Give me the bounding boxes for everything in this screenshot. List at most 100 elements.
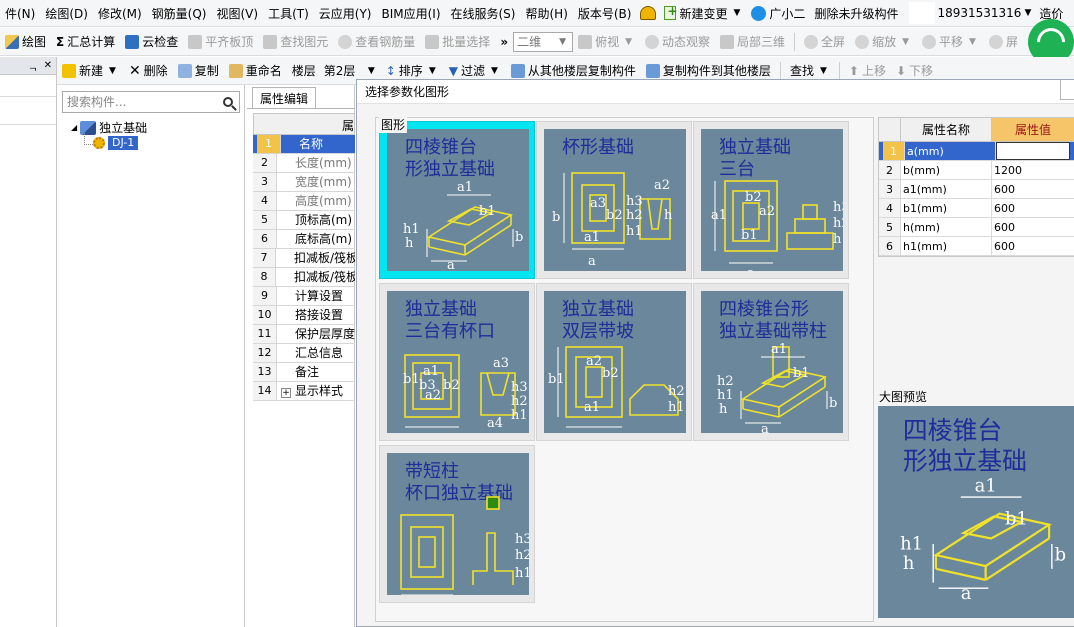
view-rebar-button[interactable]: 查看钢筋量 [333, 33, 420, 50]
property-row[interactable]: 11 保护层厚度 [253, 325, 355, 344]
move-down-button[interactable]: ⬇ 下移 [891, 62, 938, 79]
menu-modify[interactable]: 修改(M) [93, 5, 147, 22]
menu-rebar[interactable]: 钢筋量(Q) [147, 5, 212, 22]
dimension-label: h [903, 553, 915, 574]
property-row[interactable]: 1 名称 [253, 135, 355, 154]
property-row-name: 扣减板/筏板 [293, 251, 355, 265]
toolbar-overflow-button[interactable]: » [495, 35, 513, 49]
dimension-label: b1 [793, 366, 810, 381]
dimension-label: h3 [511, 380, 528, 395]
property-row[interactable]: 6 底标高(m) [253, 230, 355, 249]
property-row[interactable]: 13 备注 [253, 363, 355, 382]
menu-file[interactable]: 件(N) [0, 5, 40, 22]
attribute-row[interactable]: 2 b(mm) 1200 [879, 161, 1074, 180]
attribute-value[interactable]: 600 [992, 180, 1074, 198]
menu-draw[interactable]: 绘图(D) [40, 5, 93, 22]
attribute-row[interactable]: 4 b1(mm) 600 [879, 199, 1074, 218]
menu-view[interactable]: 视图(V) [211, 5, 263, 22]
attribute-value[interactable]: 1200 [996, 142, 1070, 160]
pan-button[interactable]: 平移 ▼ [917, 33, 984, 50]
copy-from-other-floor-button[interactable]: 从其他楼层复制构件 [506, 62, 641, 79]
expand-plus-icon[interactable]: + [281, 388, 291, 398]
attribute-row[interactable]: 5 h(mm) 600 [879, 218, 1074, 237]
full-screen-button[interactable]: 全屏 [799, 33, 850, 50]
property-row-number: 6 [253, 230, 277, 248]
draw-button[interactable]: 绘图 [0, 33, 51, 50]
component-tree-panel: ◢ 独立基础 DJ-1 [57, 85, 245, 627]
find-element-button[interactable]: 查找图元 [258, 33, 333, 50]
floor-copy-icon [510, 63, 525, 78]
property-row-name: 备注 [295, 365, 320, 379]
helmet-button[interactable] [636, 6, 660, 20]
shape-option-tile[interactable]: 独立基础双层带坡 a2b2 a1 b1 h2h1 a [536, 283, 692, 441]
property-row[interactable]: 12 汇总信息 [253, 344, 355, 363]
dimension-label: h1 [717, 388, 734, 403]
menu-bim[interactable]: BIM应用(I) [376, 5, 445, 22]
local-3d-button[interactable]: 局部三维 [715, 33, 790, 50]
property-row[interactable]: 4 高度(mm) [253, 192, 355, 211]
attribute-value[interactable]: 600 [992, 199, 1074, 217]
property-row[interactable]: 7 扣减板/筏板 [253, 249, 355, 268]
delete-unupgraded-button[interactable]: 删除未升级构件 [809, 5, 903, 22]
shape-option-tile[interactable]: 独立基础三台 b2a2 a1 b1 h3h2h1 a [693, 121, 849, 279]
menu-cloud[interactable]: 云应用(Y) [314, 5, 377, 22]
property-row[interactable]: 9 计算设置 [253, 287, 355, 306]
shape-option-tile[interactable]: 四棱锥台 形独立基础 a1 b1 h1 h b a [379, 121, 535, 279]
top-view-button[interactable]: 俯视 ▼ [573, 33, 640, 50]
dialog-close-button[interactable] [1060, 80, 1074, 100]
account-phone[interactable]: 18931531316 [937, 6, 1021, 20]
toolbar-divider [794, 32, 796, 51]
attribute-value[interactable]: 1200 [992, 161, 1074, 179]
attribute-value[interactable]: 600 [992, 237, 1074, 255]
shape-option-tile[interactable]: 独立基础三台有杯口a3a1a2b3b2b1h3h2h1a4a [379, 283, 535, 441]
dynamic-view-button[interactable]: 动态观察 [640, 33, 715, 50]
shape-option-tile[interactable]: 四棱锥台形 独立基础带柱 a1 b1 h2 h1 h b a [693, 283, 849, 441]
move-up-button[interactable]: ⬆ 上移 [844, 62, 891, 79]
batch-select-button[interactable]: 批量选择 [420, 33, 495, 50]
view-mode-value: 二维 [517, 35, 542, 49]
copy-to-other-floor-button[interactable]: 复制构件到其他楼层 [641, 62, 776, 79]
property-row[interactable]: 5 顶标高(m) [253, 211, 355, 230]
screen-button[interactable]: 屏 [984, 33, 1023, 50]
flatten-slab-button[interactable]: 平齐板顶 [183, 33, 258, 50]
property-row[interactable]: 2 长度(mm) [253, 154, 355, 173]
pin-icon[interactable]: ᆨ [28, 58, 37, 73]
attribute-row[interactable]: 3 a1(mm) 600 [879, 180, 1074, 199]
search-input[interactable] [63, 92, 217, 112]
property-row-name: 顶标高(m) [295, 213, 353, 227]
menu-tools[interactable]: 工具(T) [263, 5, 314, 22]
tab-property-edit[interactable]: 属性编辑 [252, 87, 316, 109]
property-row[interactable]: 8 扣减板/筏板 [253, 268, 355, 287]
zoom-button[interactable]: 缩放 ▼ [850, 33, 917, 50]
shape-option-tile[interactable]: 杯形基础 a2 a3 b2 h3 h2 h1 h a1 a b [536, 121, 692, 279]
shape-option-tile[interactable]: 带短柱杯口独立基础h3h2h1a [379, 445, 535, 603]
search-button[interactable] [217, 92, 239, 112]
property-row[interactable]: 3 宽度(mm) [253, 173, 355, 192]
tree-node-independent-foundation[interactable]: ◢ 独立基础 [71, 119, 147, 136]
property-row[interactable]: 10 搭接设置 [253, 306, 355, 325]
collapse-triangle-icon[interactable]: ◢ [71, 123, 77, 132]
property-row[interactable]: 14 + 显示样式 [253, 382, 355, 401]
close-icon[interactable]: ✕ [44, 60, 52, 71]
delete-button[interactable]: ✕ 删除 [124, 62, 173, 79]
menu-version[interactable]: 版本号(B) [573, 5, 637, 22]
attribute-row[interactable]: 1 a(mm) 1200 [879, 142, 1074, 161]
find-button[interactable]: 查找 ▼ [785, 62, 835, 79]
assistant-button[interactable]: 广小二 [747, 5, 809, 22]
rename-button[interactable]: 重命名 [224, 62, 287, 79]
sum-calc-button[interactable]: Σ 汇总计算 [51, 33, 120, 50]
floor-select[interactable]: 第2层 ▼ [321, 61, 381, 81]
menu-online[interactable]: 在线服务(S) [446, 5, 521, 22]
copy-button[interactable]: 复制 [173, 62, 224, 79]
new-change-menu[interactable]: 新建变更 ▼ [660, 4, 747, 22]
attribute-row[interactable]: 6 h1(mm) 600 [879, 237, 1074, 256]
filter-button[interactable]: ▼ 过滤 ▼ [444, 62, 506, 79]
sort-button[interactable]: ↕ 排序 ▼ [381, 62, 444, 79]
tree-node-dj1[interactable]: DJ-1 [93, 136, 139, 150]
menu-help[interactable]: 帮助(H) [520, 5, 572, 22]
view-mode-select[interactable]: 二维 ▼ [513, 31, 574, 52]
new-component-button[interactable]: 新建 ▼ [57, 62, 124, 79]
account-chevron-icon[interactable]: ▼ [1024, 8, 1031, 18]
attribute-value[interactable]: 600 [992, 218, 1074, 236]
cloud-check-button[interactable]: 云检查 [120, 33, 183, 50]
